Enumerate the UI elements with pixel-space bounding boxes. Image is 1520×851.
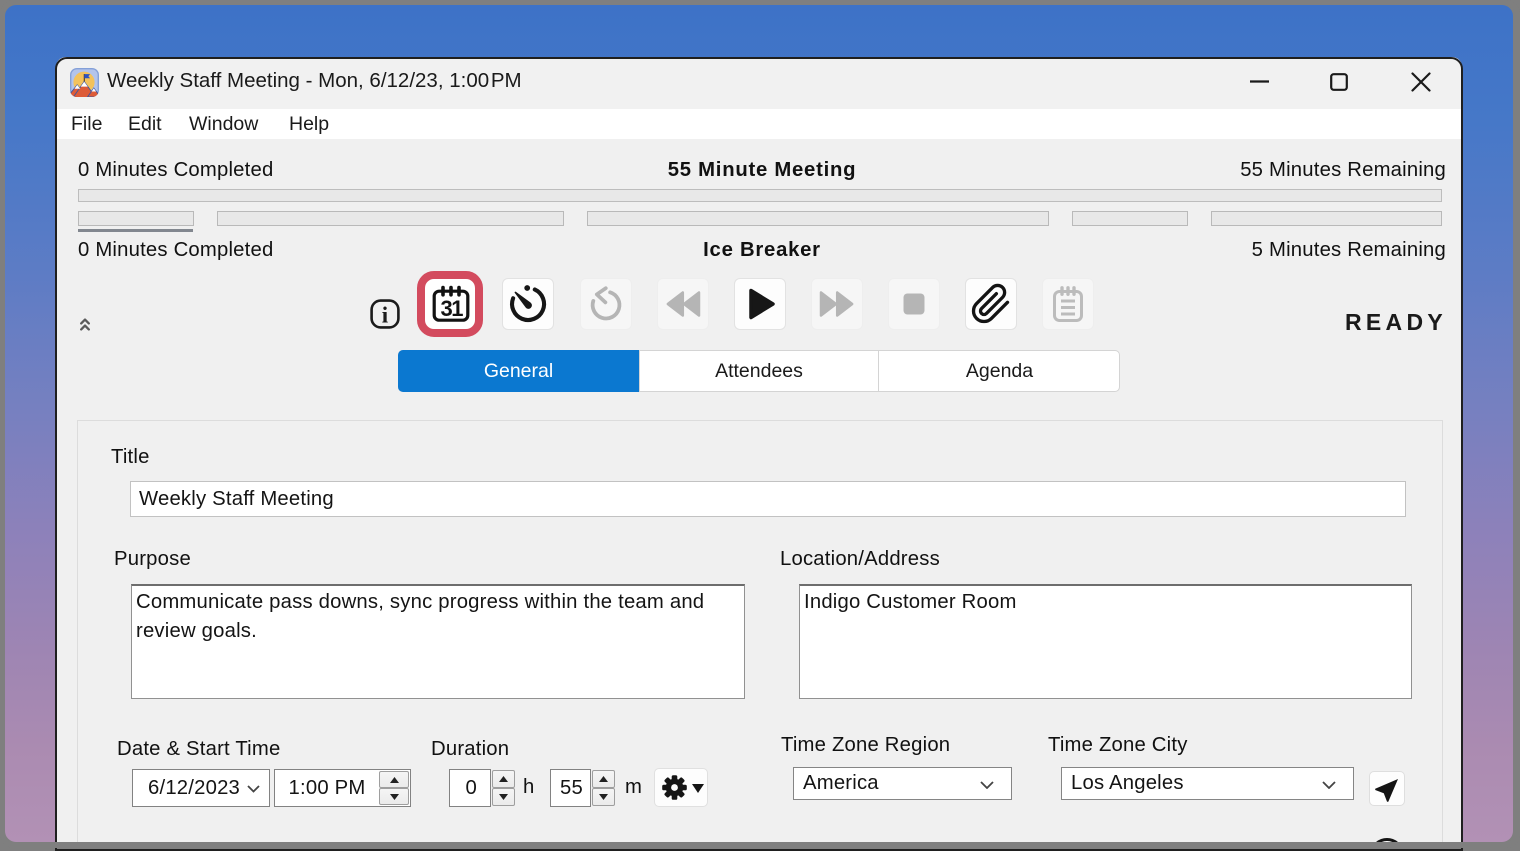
svg-text:31: 31 (440, 296, 463, 321)
svg-text:i: i (382, 303, 389, 328)
